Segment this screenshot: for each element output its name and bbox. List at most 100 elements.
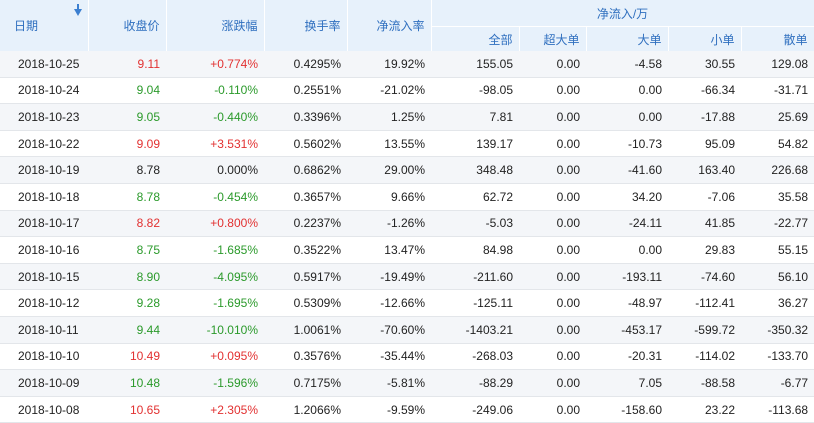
- cell-change: -4.095%: [166, 263, 264, 291]
- cell-all: 62.72: [431, 183, 519, 211]
- cell-small: -74.60: [668, 263, 741, 291]
- cell-date: 2018-10-11: [0, 316, 88, 344]
- cell-change: +0.800%: [166, 210, 264, 238]
- header-inflow-rate[interactable]: 净流入率: [347, 0, 432, 51]
- cell-inflow-rate: 29.00%: [347, 156, 431, 184]
- cell-small: -17.88: [668, 103, 741, 131]
- table-row: 2018-10-22 9.09 +3.531% 0.5602% 13.55% 139.17…: [0, 130, 814, 158]
- cell-date: 2018-10-19: [0, 156, 88, 184]
- cell-small: 29.83: [668, 236, 741, 264]
- cell-date: 2018-10-08: [0, 396, 88, 423]
- cell-big: 34.20: [586, 183, 668, 211]
- cell-date: 2018-10-10: [0, 343, 88, 371]
- cell-close: 10.49: [88, 343, 166, 371]
- table-row: 2018-10-19 8.78 0.000% 0.6862% 29.00% 348.48 0…: [0, 156, 814, 184]
- cell-super: 0.00: [519, 130, 586, 158]
- cell-inflow-rate: -35.44%: [347, 343, 431, 371]
- header-all[interactable]: 全部: [431, 26, 520, 51]
- cell-small: -66.34: [668, 77, 741, 105]
- cell-inflow-rate: 19.92%: [347, 51, 431, 78]
- cell-change: -1.596%: [166, 369, 264, 397]
- header-retail[interactable]: 散单: [741, 26, 814, 51]
- cell-turnover: 0.7175%: [264, 369, 347, 397]
- cell-small: 23.22: [668, 396, 741, 423]
- cell-date: 2018-10-16: [0, 236, 88, 264]
- cell-close: 8.90: [88, 263, 166, 291]
- table-row: 2018-10-10 10.49 +0.095% 0.3576% -35.44% -268…: [0, 343, 814, 371]
- header-close[interactable]: 收盘价: [88, 0, 167, 51]
- cell-big: -48.97: [586, 289, 668, 317]
- cell-all: -5.03: [431, 210, 519, 238]
- cell-super: 0.00: [519, 289, 586, 317]
- cell-retail: 36.27: [741, 289, 814, 317]
- cell-date: 2018-10-12: [0, 289, 88, 317]
- cell-inflow-rate: -9.59%: [347, 396, 431, 423]
- cell-big: 0.00: [586, 77, 668, 105]
- cell-turnover: 0.3522%: [264, 236, 347, 264]
- cell-inflow-rate: -19.49%: [347, 263, 431, 291]
- cell-retail: -31.71: [741, 77, 814, 105]
- table-row: 2018-10-16 8.75 -1.685% 0.3522% 13.47% 84.98 0…: [0, 236, 814, 264]
- cell-all: -1403.21: [431, 316, 519, 344]
- cell-small: -112.41: [668, 289, 741, 317]
- cell-all: -268.03: [431, 343, 519, 371]
- cell-change: -10.010%: [166, 316, 264, 344]
- cell-retail: -350.32: [741, 316, 814, 344]
- cell-retail: 35.58: [741, 183, 814, 211]
- cell-close: 9.28: [88, 289, 166, 317]
- cell-change: 0.000%: [166, 156, 264, 184]
- table-row: 2018-10-08 10.65 +2.305% 1.2066% -9.59% -249.…: [0, 396, 814, 423]
- header-date[interactable]: 日期: [0, 0, 89, 51]
- cell-close: 8.78: [88, 183, 166, 211]
- cell-close: 9.09: [88, 130, 166, 158]
- cell-retail: -113.68: [741, 396, 814, 423]
- cell-super: 0.00: [519, 51, 586, 78]
- cell-inflow-rate: -12.66%: [347, 289, 431, 317]
- header-small[interactable]: 小单: [668, 26, 742, 51]
- cell-all: -249.06: [431, 396, 519, 423]
- cell-super: 0.00: [519, 210, 586, 238]
- header-turnover[interactable]: 换手率: [264, 0, 348, 51]
- header-big[interactable]: 大单: [586, 26, 669, 51]
- cell-big: -41.60: [586, 156, 668, 184]
- cell-close: 9.05: [88, 103, 166, 131]
- cell-close: 9.44: [88, 316, 166, 344]
- cell-change: +0.774%: [166, 51, 264, 78]
- cell-super: 0.00: [519, 396, 586, 423]
- cell-date: 2018-10-15: [0, 263, 88, 291]
- cell-close: 9.11: [88, 51, 166, 78]
- cell-all: -88.29: [431, 369, 519, 397]
- header-change[interactable]: 涨跌幅: [166, 0, 265, 51]
- cell-retail: 226.68: [741, 156, 814, 184]
- cell-big: -10.73: [586, 130, 668, 158]
- cell-turnover: 0.3396%: [264, 103, 347, 131]
- fund-flow-table: 日期 收盘价 涨跌幅 换手率 净流入率 净流入/万 全部 超大单 大单 小单 散…: [0, 0, 814, 423]
- cell-small: -88.58: [668, 369, 741, 397]
- table-row: 2018-10-15 8.90 -4.095% 0.5917% -19.49% -211.…: [0, 263, 814, 291]
- cell-retail: -133.70: [741, 343, 814, 371]
- cell-all: -98.05: [431, 77, 519, 105]
- table-row: 2018-10-12 9.28 -1.695% 0.5309% -12.66% -125.…: [0, 289, 814, 317]
- header-super[interactable]: 超大单: [519, 26, 587, 51]
- cell-inflow-rate: 1.25%: [347, 103, 431, 131]
- cell-big: -158.60: [586, 396, 668, 423]
- cell-close: 9.04: [88, 77, 166, 105]
- cell-inflow-rate: -1.26%: [347, 210, 431, 238]
- cell-close: 10.65: [88, 396, 166, 423]
- cell-retail: 54.82: [741, 130, 814, 158]
- cell-big: -20.31: [586, 343, 668, 371]
- sort-descending-icon[interactable]: [73, 4, 82, 16]
- cell-turnover: 0.3657%: [264, 183, 347, 211]
- cell-turnover: 0.2237%: [264, 210, 347, 238]
- cell-super: 0.00: [519, 183, 586, 211]
- table-row: 2018-10-25 9.11 +0.774% 0.4295% 19.92% 155.05…: [0, 51, 814, 78]
- table-row: 2018-10-17 8.82 +0.800% 0.2237% -1.26% -5.03 0…: [0, 210, 814, 238]
- cell-turnover: 0.6862%: [264, 156, 347, 184]
- cell-super: 0.00: [519, 263, 586, 291]
- header-date-label: 日期: [14, 19, 39, 33]
- header-net-inflow-group: 净流入/万: [431, 0, 814, 27]
- cell-big: 7.05: [586, 369, 668, 397]
- cell-change: -0.110%: [166, 77, 264, 105]
- cell-inflow-rate: 13.55%: [347, 130, 431, 158]
- cell-small: -7.06: [668, 183, 741, 211]
